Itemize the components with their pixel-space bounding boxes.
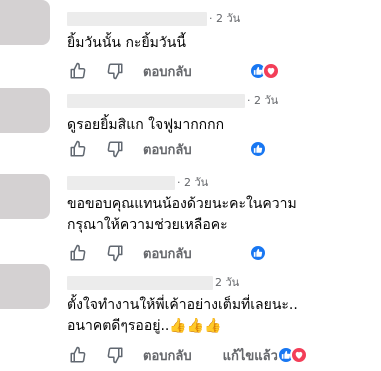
love-reaction-icon [262,62,280,80]
like-reaction-icon [249,140,267,158]
reaction-summary[interactable] [249,140,267,158]
comment-text: ตั้งใจทำงานให้พี่เค้าอย่างเต็มที่เลยนะ..… [67,297,298,334]
comment-text: ดูรอยยิ้มสิแก ใจฟูมากกกก [67,117,225,133]
thumbs-down-outline-icon[interactable] [104,345,126,365]
comment-timestamp[interactable]: · 2 วัน [247,94,278,108]
reply-button[interactable]: ตอบกลับ [143,243,192,264]
comment-timestamp[interactable]: · 2 วัน [209,12,240,26]
comment-3: · 2 วัน ขอขอบคุณแทนน้องด้วยนะคะในความ กร… [0,174,381,264]
comment-text: ขอขอบคุณแทนน้องด้วยนะคะในความ กรุณาให้คว… [67,196,297,233]
thumbs-down-outline-icon[interactable] [104,139,126,159]
comment-timestamp[interactable]: 2 วัน [215,276,239,290]
thumbs-down-outline-icon[interactable] [104,61,126,81]
commenter-name-blurred[interactable] [67,12,207,26]
commenter-name-blurred[interactable] [67,94,245,108]
thumbs-up-outline-icon[interactable] [67,61,89,81]
like-reaction-icon [249,244,267,262]
reply-button[interactable]: ตอบกลับ [143,139,192,160]
comment-2: · 2 วัน ดูรอยยิ้มสิแก ใจฟูมากกกก ตอบกลับ [0,88,381,174]
reply-button[interactable]: ตอบกลับ [143,61,192,82]
thumbs-down-outline-icon[interactable] [104,243,126,263]
comment-timestamp[interactable]: · 2 วัน [177,176,208,190]
comment-4: 2 วัน ตั้งใจทำงานให้พี่เค้าอย่างเต็มที่เ… [0,264,381,371]
comment-1: · 2 วัน ยิ้มวันนั้น กะยิ้มวันนี้ ตอบกลับ [0,0,381,88]
reaction-summary[interactable] [249,244,267,262]
thumbs-up-outline-icon[interactable] [67,243,89,263]
commenter-name-blurred[interactable] [67,176,175,190]
commenter-name-blurred[interactable] [67,276,213,290]
avatar[interactable] [0,264,50,309]
avatar[interactable] [0,174,50,219]
avatar[interactable] [0,0,50,45]
edited-label[interactable]: แก้ไขแล้ว [223,345,278,366]
thumbs-up-outline-icon[interactable] [67,345,89,365]
thumbs-up-outline-icon[interactable] [67,139,89,159]
reaction-summary[interactable] [277,346,308,364]
reply-button[interactable]: ตอบกลับ [143,345,192,366]
avatar[interactable] [0,88,50,133]
comment-text: ยิ้มวันนั้น กะยิ้มวันนี้ [67,35,186,51]
love-reaction-icon [290,346,308,364]
reaction-summary[interactable] [249,62,280,80]
